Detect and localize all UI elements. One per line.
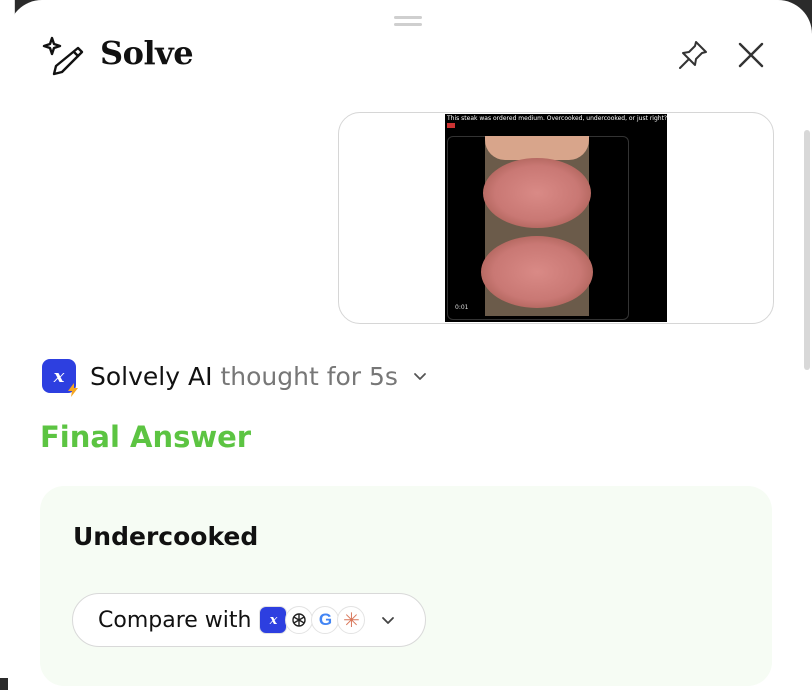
panel-header: Solve [8, 0, 812, 100]
chevron-down-icon [382, 617, 395, 624]
answer-text: Undercooked [73, 522, 259, 551]
hand-image [485, 136, 589, 160]
close-icon[interactable] [734, 38, 768, 72]
final-answer-heading: Final Answer [40, 420, 252, 454]
video-timestamp: 0:01 [455, 304, 469, 311]
scroll-thumb[interactable] [804, 130, 810, 370]
screenshot-thumbnail: This steak was ordered medium. Overcooke… [445, 114, 667, 322]
solvely-icon: x [259, 606, 288, 634]
model-icons: x G ✳ [259, 606, 366, 634]
scrollbar[interactable] [802, 130, 812, 650]
flag-icon [447, 123, 455, 128]
chevron-down-icon[interactable] [412, 368, 428, 384]
question-screenshot-card[interactable]: This steak was ordered medium. Overcooke… [338, 112, 774, 324]
claude-icon: ✳ [337, 606, 366, 634]
pin-icon[interactable] [676, 38, 710, 72]
solve-panel: Solve This steak was ordered medium. Ove… [8, 0, 812, 690]
magic-pencil-icon [42, 36, 84, 76]
solvely-logo-icon: x [42, 359, 78, 397]
compare-with-button[interactable]: Compare with x G ✳ [72, 593, 426, 647]
thinking-toggle[interactable]: x Solvely AI thought for 5s [42, 358, 428, 397]
google-icon: G [311, 606, 340, 634]
bolt-icon [68, 383, 78, 397]
compare-label: Compare with [98, 607, 252, 633]
openai-icon [285, 606, 314, 634]
panel-title: Solve [100, 34, 194, 72]
screenshot-caption: This steak was ordered medium. Overcooke… [447, 115, 667, 122]
answer-card: Undercooked Compare with x G ✳ [40, 486, 772, 686]
steak-slice-top [483, 158, 591, 228]
thought-duration: thought for 5s [220, 361, 398, 391]
steak-slice-bottom [481, 236, 593, 308]
bot-name: Solvely AI [90, 361, 213, 391]
steak-image [481, 136, 593, 316]
